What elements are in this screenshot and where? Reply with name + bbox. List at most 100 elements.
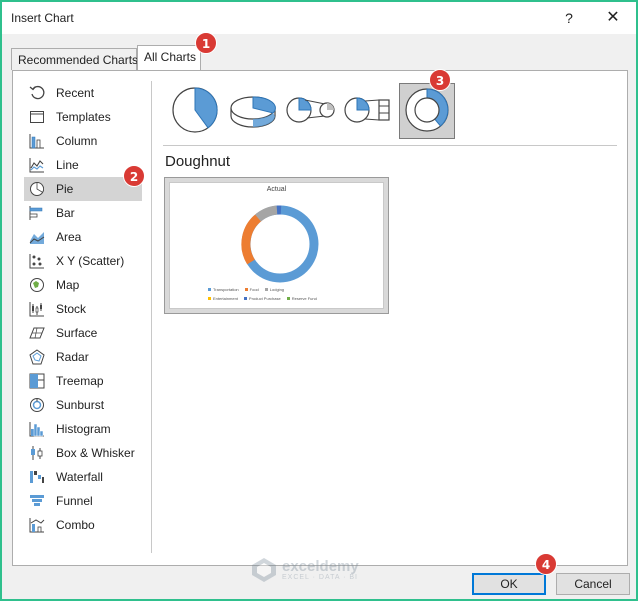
nav-item-surface[interactable]: Surface (24, 321, 142, 345)
step-badge-3: 3 (429, 69, 451, 91)
nav-label: Pie (56, 182, 74, 196)
pie-of-pie-icon (285, 86, 337, 137)
nav-item-sunburst[interactable]: Sunburst (24, 393, 142, 417)
nav-label: Combo (56, 518, 95, 532)
templates-icon (28, 108, 46, 126)
histogram-chart-icon (28, 420, 46, 438)
nav-item-funnel[interactable]: Funnel (24, 489, 142, 513)
nav-label: Radar (56, 350, 89, 364)
legend-swatch (243, 297, 247, 300)
nav-label: Surface (56, 326, 98, 340)
insert-chart-dialog: Insert Chart ? ✕ Recommended Charts All … (0, 0, 638, 601)
panel-divider (151, 81, 152, 553)
sunburst-chart-icon (28, 396, 46, 414)
doughnut-preview-graphic (241, 205, 319, 283)
nav-item-area[interactable]: Area (24, 225, 142, 249)
nav-item-map[interactable]: Map (24, 273, 142, 297)
close-button[interactable]: ✕ (602, 8, 624, 28)
legend-item: Lodging (264, 287, 285, 292)
ok-button[interactable]: OK (472, 573, 546, 595)
subtype-3d-pie[interactable] (225, 83, 281, 139)
scatter-chart-icon (28, 252, 46, 270)
pie-chart-icon (28, 180, 46, 198)
nav-item-recent[interactable]: Recent (24, 81, 142, 105)
nav-label: Bar (56, 206, 75, 220)
subtype-bar-of-pie[interactable] (341, 83, 397, 139)
nav-item-combo[interactable]: Combo (24, 513, 142, 537)
nav-label: Histogram (56, 422, 111, 436)
legend-label: Lodging (269, 287, 285, 292)
nav-item-templates[interactable]: Templates (24, 105, 142, 129)
cancel-button[interactable]: Cancel (556, 573, 630, 595)
legend-swatch (264, 288, 268, 291)
nav-item-histogram[interactable]: Histogram (24, 417, 142, 441)
legend-item: Product Purchase (243, 296, 281, 301)
nav-label: Area (56, 230, 82, 244)
chart-type-list: Recent Templates Column Line Pie Bar Are… (24, 81, 142, 537)
nav-label: Sunburst (56, 398, 105, 412)
nav-label: Treemap (56, 374, 104, 388)
watermark-tagline: EXCEL · DATA · BI (282, 573, 358, 581)
nav-label: Column (56, 134, 98, 148)
legend-item: Transportation (208, 287, 239, 292)
exceldemy-logo-icon (252, 558, 276, 582)
legend-label: Entertainment (213, 296, 238, 301)
nav-item-stock[interactable]: Stock (24, 297, 142, 321)
watermark-name: exceldemy (282, 557, 359, 575)
3d-pie-icon (229, 86, 277, 137)
legend-swatch (208, 297, 211, 300)
exceldemy-watermark: exceldemy EXCEL · DATA · BI (250, 556, 359, 584)
subtype-doughnut[interactable] (399, 83, 455, 139)
dialog-title: Insert Chart (11, 11, 74, 25)
help-button[interactable]: ? (558, 8, 580, 28)
legend-swatch (244, 288, 248, 291)
chart-preview-canvas: Actual Transportation Food Lodging Enter… (169, 182, 384, 309)
subtype-pie[interactable] (167, 83, 223, 139)
treemap-chart-icon (28, 372, 46, 390)
map-chart-icon (28, 276, 46, 294)
combo-chart-icon (28, 516, 46, 534)
nav-item-column[interactable]: Column (24, 129, 142, 153)
nav-label: Recent (56, 86, 95, 100)
nav-label: Funnel (56, 494, 93, 508)
nav-label: X Y (Scatter) (56, 254, 125, 268)
legend-label: Food (249, 287, 259, 292)
nav-label: Templates (56, 110, 111, 124)
selected-subtype-title: Doughnut (165, 153, 231, 170)
tab-all-charts[interactable]: All Charts (137, 45, 201, 71)
funnel-chart-icon (28, 492, 46, 510)
nav-label: Waterfall (56, 470, 103, 484)
legend-item: Reserve Fund (286, 296, 317, 301)
legend-item: Entertainment (208, 296, 238, 301)
step-badge-4: 4 (535, 553, 557, 575)
nav-item-waterfall[interactable]: Waterfall (24, 465, 142, 489)
nav-item-treemap[interactable]: Treemap (24, 369, 142, 393)
tab-recommended-charts[interactable]: Recommended Charts (11, 48, 138, 70)
surface-chart-icon (28, 324, 46, 342)
nav-item-scatter[interactable]: X Y (Scatter) (24, 249, 142, 273)
legend-swatch (286, 297, 290, 300)
chart-preview[interactable]: Actual Transportation Food Lodging Enter… (164, 177, 389, 314)
legend-label: Product Purchase (248, 296, 281, 301)
subtype-pie-of-pie[interactable] (283, 83, 339, 139)
pie-icon (171, 86, 219, 137)
nav-label: Box & Whisker (56, 446, 135, 460)
all-charts-panel: Recent Templates Column Line Pie Bar Are… (12, 70, 628, 566)
radar-chart-icon (28, 348, 46, 366)
title-bar: Insert Chart ? ✕ (2, 2, 636, 34)
step-badge-2: 2 (123, 165, 145, 187)
step-badge-1: 1 (195, 32, 217, 54)
stock-chart-icon (28, 300, 46, 318)
legend-label: Transportation (213, 287, 239, 292)
nav-item-bar[interactable]: Bar (24, 201, 142, 225)
nav-item-radar[interactable]: Radar (24, 345, 142, 369)
bar-chart-icon (28, 204, 46, 222)
area-chart-icon (28, 228, 46, 246)
gallery-separator (163, 145, 617, 146)
preview-legend: Transportation Food Lodging Entertainmen… (208, 287, 358, 305)
nav-label: Map (56, 278, 80, 292)
column-chart-icon (28, 132, 46, 150)
nav-label: Line (56, 158, 79, 172)
preview-chart-title: Actual (266, 186, 287, 193)
nav-item-box-whisker[interactable]: Box & Whisker (24, 441, 142, 465)
